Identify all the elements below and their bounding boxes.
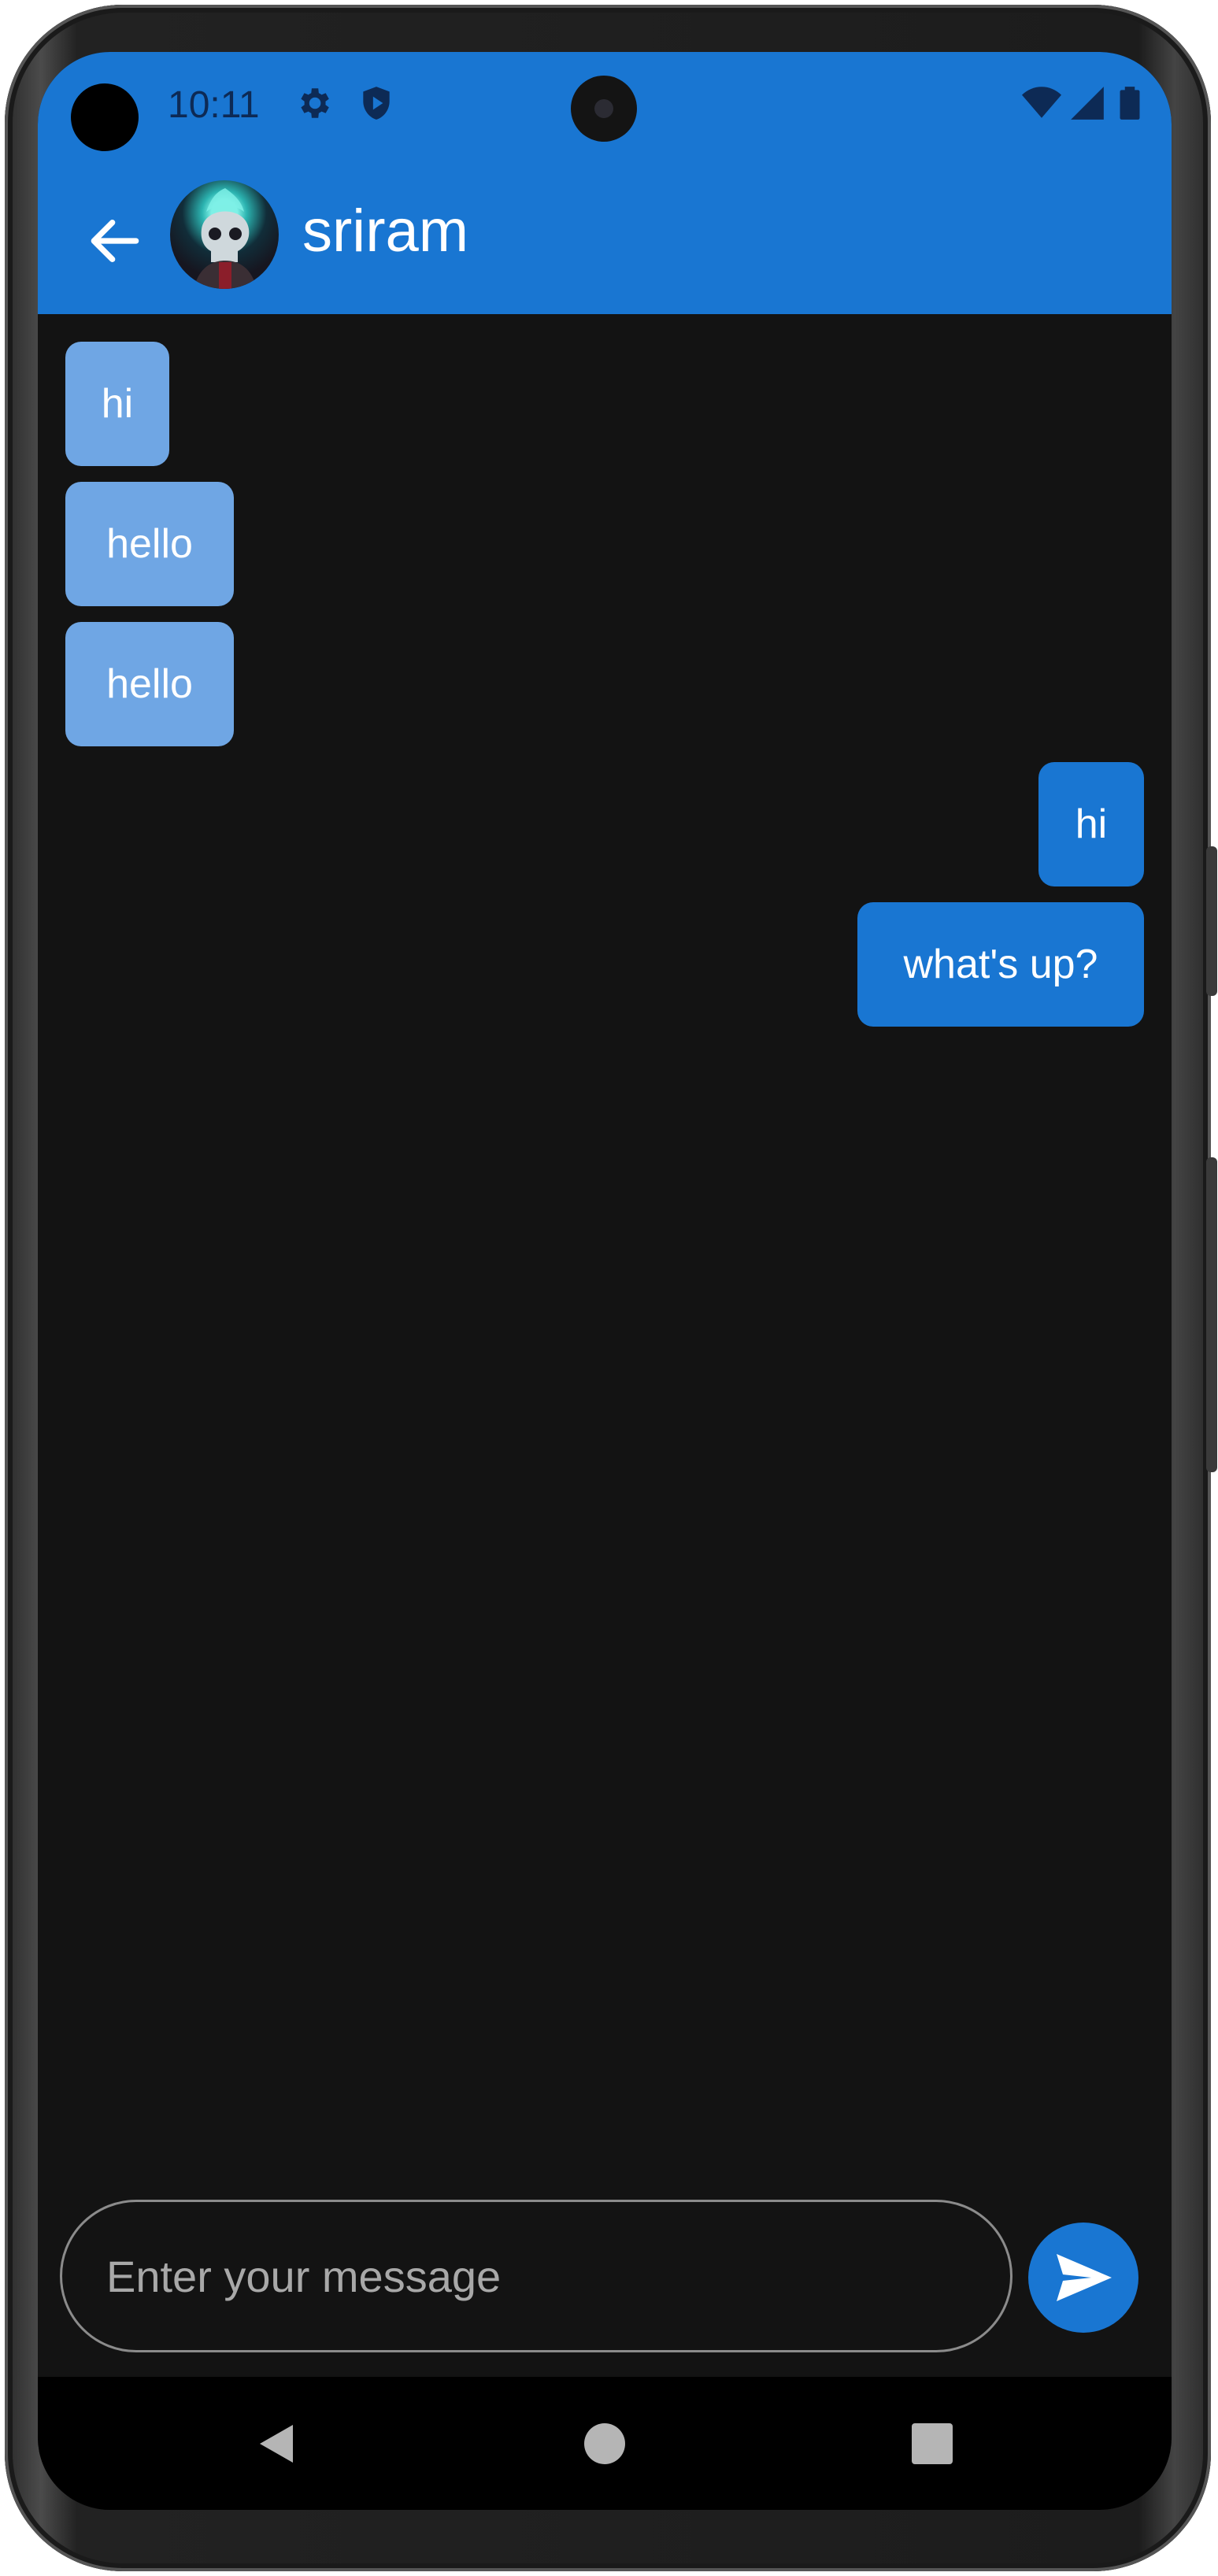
message-bubble-incoming: hello [65,622,234,746]
volume-button [1206,846,1217,996]
status-bar: 10:11 [38,52,1172,157]
front-camera [571,76,637,142]
phone-device: 10:11 sriram hi hello hello hi what's up… [0,0,1218,2576]
message-text: hello [106,661,193,707]
message-bubble-incoming: hello [65,482,234,606]
message-text: hello [106,521,193,567]
message-text: hi [101,381,134,427]
message-input[interactable]: Enter your message [60,2200,1013,2352]
status-time: 10:11 [168,84,260,126]
phone-screen: 10:11 sriram hi hello hello hi what's up… [38,52,1172,2510]
chat-title: sriram [302,198,469,265]
contact-avatar[interactable] [170,180,279,289]
message-input-placeholder: Enter your message [106,2252,502,2301]
system-nav-bar [38,2377,1172,2510]
recents-square-icon[interactable] [909,2420,956,2467]
cellular-signal-icon [1071,87,1104,120]
settings-icon [301,88,329,118]
battery-icon [1120,87,1140,120]
message-text: what's up? [903,942,1098,987]
message-bubble-outgoing: what's up? [857,902,1144,1027]
power-button [1206,1157,1217,1472]
app-bar: 10:11 sriram [38,52,1172,314]
message-bubble-outgoing: hi [1038,762,1144,886]
message-text: hi [1075,801,1108,847]
back-triangle-icon[interactable] [252,2420,299,2467]
avatar-image [194,188,257,289]
send-icon [1057,2254,1112,2301]
status-indicator [71,83,139,151]
wifi-icon [1022,87,1061,118]
message-bubble-incoming: hi [65,342,169,466]
arrow-back-icon[interactable] [83,209,146,272]
shield-play-icon [363,87,390,120]
home-circle-icon[interactable] [581,2420,628,2467]
send-button[interactable] [1028,2223,1138,2333]
